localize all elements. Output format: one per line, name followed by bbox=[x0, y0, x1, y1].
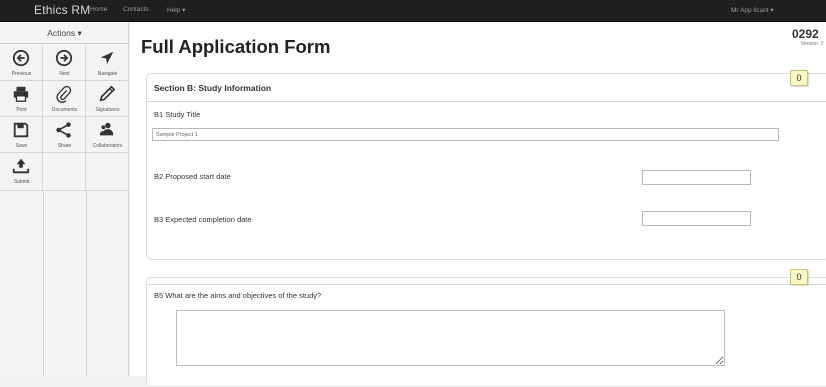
main-content: Full Application Form 0292 Version: 2 Se… bbox=[130, 22, 826, 387]
collaborators-button[interactable]: Collaborators bbox=[86, 117, 129, 153]
pencil-icon bbox=[99, 85, 116, 102]
sidebar-divider bbox=[86, 190, 87, 376]
arrow-left-circle-icon bbox=[12, 49, 30, 67]
floppy-disk-icon bbox=[13, 122, 29, 138]
section-divider bbox=[147, 101, 826, 102]
empty-cell bbox=[43, 153, 86, 191]
submit-button[interactable]: Submit bbox=[0, 153, 43, 191]
section-b5-panel: B5 What are the aims and objectives of t… bbox=[146, 277, 826, 387]
collaborators-icon bbox=[99, 122, 114, 136]
application-id: 0292 bbox=[792, 27, 819, 41]
paperclip-icon bbox=[56, 85, 72, 103]
actions-dropdown[interactable]: Actions ▾ bbox=[0, 22, 129, 44]
signatures-label: Signatures bbox=[95, 107, 120, 113]
top-navbar: Ethics RM Home Contacts Help ▾ Mr App li… bbox=[0, 0, 826, 22]
navigate-label: Navigate bbox=[97, 71, 118, 77]
previous-label: Previous bbox=[11, 71, 32, 77]
aims-objectives-textarea[interactable] bbox=[176, 310, 725, 366]
submit-label: Submit bbox=[13, 179, 30, 185]
user-menu[interactable]: Mr App licant ▾ bbox=[731, 6, 774, 14]
nav-contacts-link[interactable]: Contacts bbox=[123, 6, 149, 13]
b3-label: B3 Expected completion date bbox=[154, 215, 252, 224]
print-icon bbox=[13, 86, 29, 102]
next-label: Next bbox=[59, 71, 70, 77]
section-b-title: Section B: Study Information bbox=[154, 83, 272, 93]
empty-cell bbox=[86, 153, 129, 191]
b1-label: B1 Study Title bbox=[154, 110, 201, 119]
save-label: Save bbox=[15, 143, 28, 149]
comment-count-badge[interactable]: 0 bbox=[790, 269, 808, 285]
upload-icon bbox=[12, 158, 30, 174]
section-b-panel: Section B: Study Information B1 Study Ti… bbox=[146, 73, 826, 260]
share-button[interactable]: Share bbox=[43, 117, 86, 153]
actions-sidebar: Actions ▾ Previous Next Navigate Print D… bbox=[0, 22, 129, 376]
share-icon bbox=[56, 122, 71, 138]
navigate-button[interactable]: Navigate bbox=[86, 45, 129, 81]
page-title: Full Application Form bbox=[141, 36, 331, 57]
documents-button[interactable]: Documents bbox=[43, 81, 86, 117]
arrow-right-circle-icon bbox=[55, 49, 73, 67]
start-date-input[interactable] bbox=[642, 170, 751, 185]
study-title-input[interactable] bbox=[152, 128, 779, 141]
documents-label: Documents bbox=[51, 107, 78, 113]
save-button[interactable]: Save bbox=[0, 117, 43, 153]
previous-button[interactable]: Previous bbox=[0, 45, 43, 81]
next-button[interactable]: Next bbox=[43, 45, 86, 81]
brand-logo[interactable]: Ethics RM bbox=[34, 3, 90, 17]
collaborators-label: Collaborators bbox=[92, 143, 123, 149]
comment-count-badge[interactable]: 0 bbox=[790, 70, 808, 86]
share-label: Share bbox=[57, 143, 72, 149]
nav-home-link[interactable]: Home bbox=[90, 6, 107, 13]
b2-label: B2 Proposed start date bbox=[154, 172, 231, 181]
print-label: Print bbox=[16, 107, 27, 113]
signatures-button[interactable]: Signatures bbox=[86, 81, 129, 117]
section-divider bbox=[147, 284, 826, 285]
completion-date-input[interactable] bbox=[642, 211, 751, 226]
nav-help-link[interactable]: Help ▾ bbox=[167, 6, 185, 14]
b5-label: B5 What are the aims and objectives of t… bbox=[154, 291, 322, 300]
print-button[interactable]: Print bbox=[0, 81, 43, 117]
location-arrow-icon bbox=[100, 51, 114, 65]
sidebar-divider bbox=[43, 190, 44, 376]
application-version: Version: 2 bbox=[801, 41, 824, 47]
